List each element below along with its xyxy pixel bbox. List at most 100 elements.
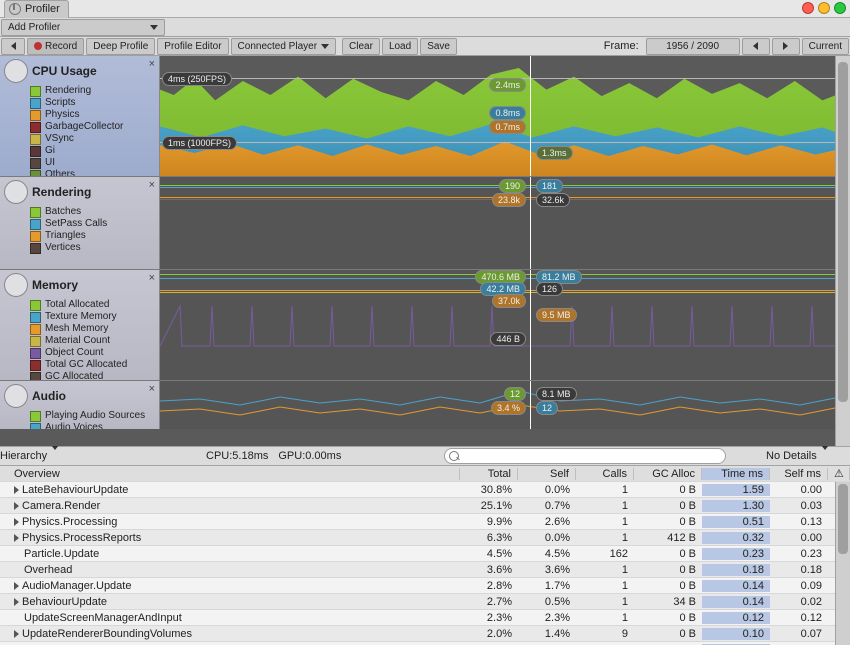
frame-next-button[interactable] [772, 38, 800, 55]
details-dropdown[interactable]: No Details [766, 450, 850, 462]
memory-graph[interactable]: 470.6 MB 42.2 MB 37.0k 81.2 MB 126 9.5 M… [160, 270, 850, 380]
table-row[interactable]: UpdateScreenManagerAndInput2.3%2.3%10 B0… [0, 610, 850, 626]
load-button[interactable]: Load [382, 38, 418, 55]
current-button[interactable]: Current [802, 38, 849, 55]
legend-label: SetPass Calls [45, 218, 107, 230]
playhead[interactable] [530, 56, 531, 176]
gpu-time-label: GPU:0.00ms [278, 450, 341, 462]
expand-icon[interactable] [14, 630, 19, 638]
close-icon[interactable]: × [149, 58, 155, 70]
expand-icon[interactable] [14, 582, 19, 590]
legend-item[interactable]: SetPass Calls [30, 218, 155, 230]
playhead[interactable] [530, 177, 531, 269]
table-row[interactable]: Particle.Update4.5%4.5%1620 B0.230.23 [0, 546, 850, 562]
close-icon[interactable]: × [149, 383, 155, 395]
close-icon[interactable]: × [149, 179, 155, 191]
legend-item[interactable]: VSync [30, 133, 155, 145]
legend-item[interactable]: Physics [30, 109, 155, 121]
expand-icon[interactable] [14, 502, 19, 510]
playhead[interactable] [530, 270, 531, 380]
modules-scrollbar[interactable] [835, 56, 850, 446]
table-row[interactable]: Physics.ProcessReports6.3%0.0%1412 B0.32… [0, 530, 850, 546]
legend-item[interactable]: Audio Voices [30, 422, 155, 429]
module-cpu-sidebar[interactable]: × CPU Usage RenderingScriptsPhysicsGarba… [0, 56, 160, 176]
module-memory-sidebar[interactable]: × Memory Total AllocatedTexture MemoryMe… [0, 270, 160, 380]
legend-item[interactable]: Rendering [30, 85, 155, 97]
col-gcalloc[interactable]: GC Alloc [634, 468, 702, 480]
expand-icon[interactable] [14, 486, 19, 494]
table-scrollbar[interactable] [835, 482, 850, 645]
legend-item[interactable]: UI [30, 157, 155, 169]
module-audio-sidebar[interactable]: × Audio Playing Audio SourcesAudio Voice… [0, 381, 160, 429]
legend-item[interactable]: Playing Audio Sources [30, 410, 155, 422]
legend-item[interactable]: Scripts [30, 97, 155, 109]
table-row[interactable]: BehaviourUpdate2.7%0.5%134 B0.140.02 [0, 594, 850, 610]
module-rendering-sidebar[interactable]: × Rendering BatchesSetPass CallsTriangle… [0, 177, 160, 269]
module-memory: × Memory Total AllocatedTexture MemoryMe… [0, 269, 850, 380]
expand-icon[interactable] [14, 534, 19, 542]
frame-counter[interactable]: 1956 / 2090 [646, 38, 740, 55]
col-warn-icon[interactable]: ⚠ [828, 467, 850, 480]
legend-item[interactable]: Total Allocated [30, 299, 155, 311]
table-row[interactable]: Overhead3.6%3.6%10 B0.180.18 [0, 562, 850, 578]
legend-item[interactable]: Texture Memory [30, 311, 155, 323]
legend-item[interactable]: GarbageCollector [30, 121, 155, 133]
aud-mark-a: 12 [504, 387, 526, 401]
add-profiler-dropdown[interactable]: Add Profiler [1, 19, 165, 36]
col-selfms[interactable]: Self ms [770, 468, 828, 480]
legend-item[interactable]: Triangles [30, 230, 155, 242]
arrow-left-icon [11, 42, 16, 50]
clear-button[interactable]: Clear [342, 38, 380, 55]
legend-item[interactable]: Batches [30, 206, 155, 218]
profiler-tab[interactable]: Profiler [4, 0, 69, 18]
expand-icon[interactable] [14, 518, 19, 526]
connected-player-dropdown[interactable]: Connected Player [231, 38, 337, 55]
table-row[interactable]: AudioManager.Update2.8%1.7%10 B0.140.09 [0, 578, 850, 594]
arrow-left-icon [753, 42, 758, 50]
legend-item[interactable]: Material Count [30, 335, 155, 347]
aud-mark-b: 3.4 % [491, 401, 526, 415]
hierarchy-dropdown[interactable]: Hierarchy [0, 450, 86, 462]
legend-item[interactable]: Gi [30, 145, 155, 157]
col-self[interactable]: Self [518, 468, 576, 480]
table-row[interactable]: UpdateRendererBoundingVolumes2.0%1.4%90 … [0, 626, 850, 642]
legend-label: Rendering [45, 85, 91, 97]
cpu-graph[interactable]: 4ms (250FPS) 1ms (1000FPS) 2.4ms 0.8ms 0… [160, 56, 850, 176]
table-row[interactable]: Physics.Processing9.9%2.6%10 B0.510.13 [0, 514, 850, 530]
close-icon[interactable] [802, 2, 814, 14]
table-row[interactable]: LateBehaviourUpdate30.8%0.0%10 B1.590.00 [0, 482, 850, 498]
record-button[interactable]: Record [27, 38, 84, 55]
chevron-down-icon [321, 44, 329, 49]
history-back-button[interactable] [1, 38, 25, 55]
expand-icon[interactable] [14, 598, 19, 606]
hierarchy-toolbar: Hierarchy CPU:5.18ms GPU:0.00ms No Detai… [0, 446, 850, 466]
minimize-icon[interactable] [818, 2, 830, 14]
scrollbar-thumb[interactable] [838, 62, 848, 402]
maximize-icon[interactable] [834, 2, 846, 14]
legend-item[interactable]: Total GC Allocated [30, 359, 155, 371]
profile-editor-button[interactable]: Profile Editor [157, 38, 228, 55]
arrow-right-icon [783, 42, 788, 50]
col-timems[interactable]: Time ms [702, 468, 770, 480]
legend-label: UI [45, 157, 55, 169]
legend-label: GarbageCollector [45, 121, 123, 133]
audio-graph[interactable]: 12 3.4 % 8.1 MB 12 [160, 381, 850, 429]
col-total[interactable]: Total [460, 468, 518, 480]
search-input[interactable] [444, 448, 726, 464]
col-overview[interactable]: Overview [0, 468, 460, 480]
legend-item[interactable]: Vertices [30, 242, 155, 254]
col-calls[interactable]: Calls [576, 468, 634, 480]
table-row[interactable]: Camera.Render25.1%0.7%10 B1.300.03 [0, 498, 850, 514]
scrollbar-thumb[interactable] [838, 484, 848, 554]
table-header[interactable]: Overview Total Self Calls GC Alloc Time … [0, 466, 850, 482]
rendering-graph[interactable]: 190 181 23.8k 32.6k [160, 177, 850, 269]
legend-item[interactable]: Object Count [30, 347, 155, 359]
legend-swatch [30, 324, 41, 335]
save-button[interactable]: Save [420, 38, 457, 55]
deep-profile-button[interactable]: Deep Profile [86, 38, 155, 55]
legend-swatch [30, 219, 41, 230]
playhead[interactable] [530, 381, 531, 429]
legend-item[interactable]: Mesh Memory [30, 323, 155, 335]
frame-prev-button[interactable] [742, 38, 770, 55]
close-icon[interactable]: × [149, 272, 155, 284]
